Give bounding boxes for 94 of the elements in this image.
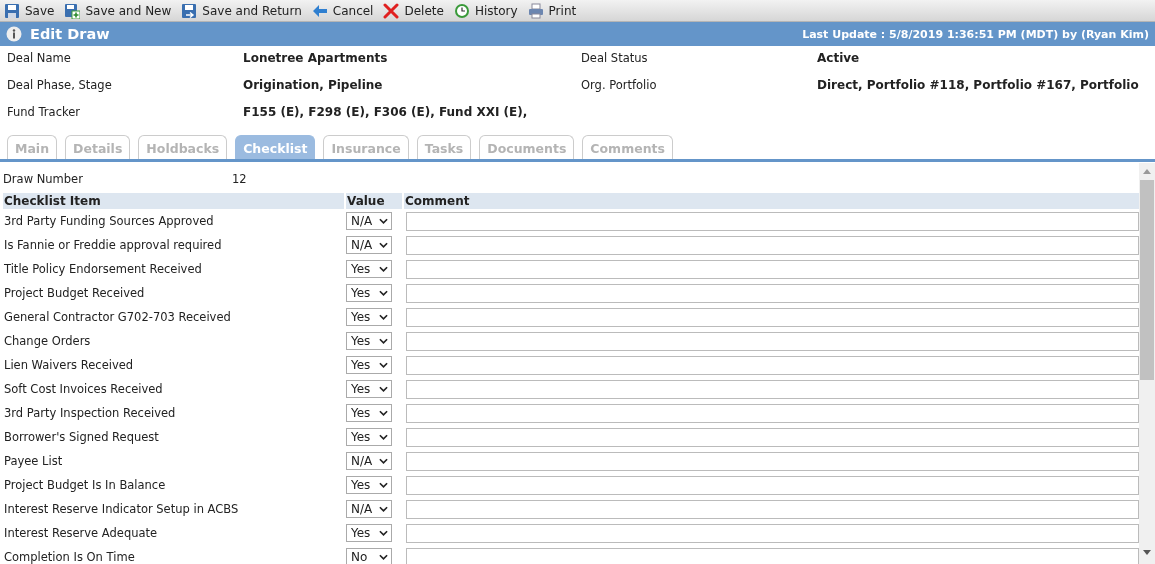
checklist-item: 3rd Party Inspection Received <box>4 406 176 420</box>
comment-field[interactable] <box>406 259 1139 279</box>
toolbar-button[interactable]: Delete <box>383 2 444 19</box>
checklist-item: Change Orders <box>4 334 91 348</box>
value-dropdown[interactable]: Yes <box>346 284 392 302</box>
info-icon <box>6 26 22 42</box>
draw-number-value: 12 <box>232 172 247 186</box>
chevron-icon <box>379 218 388 224</box>
comment-field[interactable] <box>406 475 1139 495</box>
chevron-icon <box>379 242 388 248</box>
comment-field[interactable] <box>406 547 1139 564</box>
column-header: Checklist Item <box>3 193 346 209</box>
scroll-up-icon[interactable] <box>1143 169 1151 174</box>
checklist-item: Title Policy Endorsement Received <box>4 262 202 276</box>
toolbar-button[interactable]: Cancel <box>311 2 374 19</box>
column-header: Value <box>346 193 404 209</box>
value-dropdown[interactable]: N/A <box>346 500 392 518</box>
value-dropdown[interactable]: N/A <box>346 212 392 230</box>
comment-field[interactable] <box>406 355 1139 375</box>
scroll-down-icon[interactable] <box>1143 550 1151 555</box>
chevron-icon <box>379 266 388 272</box>
chevron-icon <box>379 458 388 464</box>
checklist-item: Lien Waivers Received <box>4 358 134 372</box>
checklist-item: Project Budget Is In Balance <box>4 478 166 492</box>
value-dropdown[interactable]: N/A <box>346 452 392 470</box>
chevron-icon <box>379 386 388 392</box>
chevron-icon <box>379 290 388 296</box>
comment-field[interactable] <box>406 211 1139 231</box>
value-dropdown[interactable]: Yes <box>346 308 392 326</box>
comment-field[interactable] <box>406 283 1139 303</box>
comment-field[interactable] <box>406 427 1139 447</box>
column-header: Comment <box>404 193 1139 209</box>
value-dropdown[interactable]: Yes <box>346 260 392 278</box>
toolbar-button[interactable]: Save <box>4 2 55 19</box>
checklist-item: Interest Reserve Indicator Setup in ACBS <box>4 502 239 516</box>
comment-field[interactable] <box>406 235 1139 255</box>
delete-icon <box>383 2 400 19</box>
value-dropdown[interactable]: No <box>346 548 392 564</box>
floppy-return-icon <box>181 2 198 19</box>
checklist-item: Borrower's Signed Request <box>4 430 159 444</box>
chevron-icon <box>379 362 388 368</box>
value-dropdown[interactable]: Yes <box>346 476 392 494</box>
comment-field[interactable] <box>406 307 1139 327</box>
field-value: Active <box>817 50 861 65</box>
field-label: Org. Portfolio <box>581 77 658 92</box>
value-dropdown[interactable]: Yes <box>346 404 392 422</box>
toolbar-button[interactable]: Save and Return <box>181 2 302 19</box>
chevron-icon <box>379 410 388 416</box>
field-label: Fund Tracker <box>7 104 81 119</box>
field-value: Lonetree Apartments <box>243 50 389 65</box>
field-label: Deal Name <box>7 50 72 65</box>
page-title: Edit Draw <box>30 26 110 42</box>
checklist-item: Interest Reserve Adequate <box>4 526 158 540</box>
value-dropdown[interactable]: Yes <box>346 356 392 374</box>
field-value: Direct, Portfolio #118, Portfolio #167, Portfolio <box>817 77 1140 92</box>
checklist-item: Project Budget Received <box>4 286 145 300</box>
chevron-icon <box>379 506 388 512</box>
toolbar-button[interactable]: History <box>453 2 518 19</box>
field-value: Origination, Pipeline <box>243 77 384 92</box>
chevron-icon <box>379 338 388 344</box>
comment-field[interactable] <box>406 451 1139 471</box>
field-label: Deal Status <box>581 50 649 65</box>
draw-number-label: Draw Number <box>3 172 84 186</box>
printer-icon <box>527 2 544 19</box>
comment-field[interactable] <box>406 403 1139 423</box>
toolbar-button[interactable]: Print <box>527 2 577 19</box>
toolbar-button[interactable]: Save and New <box>64 2 172 19</box>
clock-icon <box>453 2 470 19</box>
last-update-text: Last Update : 5/8/2019 1:36:51 PM (MDT) by (Ryan Kim) <box>802 27 1149 41</box>
value-dropdown[interactable]: Yes <box>346 524 392 542</box>
field-label: Deal Phase, Stage <box>7 77 113 92</box>
value-dropdown[interactable]: Yes <box>346 428 392 446</box>
chevron-icon <box>379 530 388 536</box>
checklist-item: Is Fannie or Freddie approval required <box>4 238 222 252</box>
chevron-icon <box>379 434 388 440</box>
comment-field[interactable] <box>406 379 1139 399</box>
comment-field[interactable] <box>406 499 1139 519</box>
checklist-item: General Contractor G702-703 Received <box>4 310 231 324</box>
chevron-icon <box>379 482 388 488</box>
checklist-item: 3rd Party Funding Sources Approved <box>4 214 214 228</box>
scrollbar-thumb[interactable] <box>1140 180 1154 380</box>
checklist-item: Soft Cost Invoices Received <box>4 382 163 396</box>
chevron-icon <box>379 314 388 320</box>
field-value: F155 (E), F298 (E), F306 (E), Fund XXI (E), <box>243 104 529 119</box>
floppy-plus-icon <box>64 2 81 19</box>
checklist-item: Payee List <box>4 454 63 468</box>
scrollbar[interactable] <box>1139 163 1155 564</box>
value-dropdown[interactable]: Yes <box>346 332 392 350</box>
value-dropdown[interactable]: Yes <box>346 380 392 398</box>
comment-field[interactable] <box>406 331 1139 351</box>
comment-field[interactable] <box>406 523 1139 543</box>
chevron-icon <box>379 554 388 560</box>
value-dropdown[interactable]: N/A <box>346 236 392 254</box>
checklist-item: Completion Is On Time <box>4 550 135 564</box>
